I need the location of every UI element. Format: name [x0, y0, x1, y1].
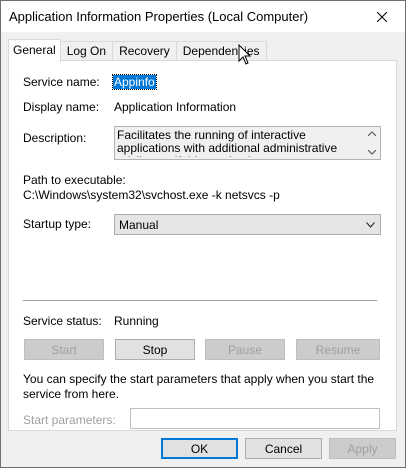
path-label: Path to executable:	[23, 173, 126, 187]
section-divider	[23, 300, 377, 301]
mouse-cursor-icon	[238, 44, 252, 65]
start-params-label: Start parameters:	[23, 413, 116, 427]
service-status-label: Service status:	[23, 314, 102, 328]
general-tab-panel: Service name: Appinfo Display name: Appl…	[8, 60, 397, 431]
tab-general[interactable]: General	[8, 39, 61, 62]
display-name-label: Display name:	[23, 100, 100, 114]
close-button[interactable]	[359, 1, 405, 32]
startup-type-select[interactable]: Manual	[114, 214, 381, 235]
description-text[interactable]: Facilitates the running of interactive a…	[117, 129, 365, 157]
display-name-value[interactable]: Application Information	[114, 100, 236, 114]
tab-recovery[interactable]: Recovery	[112, 41, 177, 61]
service-status-value: Running	[114, 314, 159, 328]
description-label: Description:	[23, 131, 87, 145]
stop-button[interactable]: Stop	[115, 339, 195, 360]
start-params-input[interactable]	[130, 408, 380, 429]
title-bar[interactable]: Application Information Properties (Loca…	[1, 1, 405, 32]
description-box[interactable]: Facilitates the running of interactive a…	[114, 126, 381, 160]
tab-log-on[interactable]: Log On	[59, 41, 114, 61]
close-icon	[377, 11, 387, 22]
service-name-label: Service name:	[23, 75, 100, 89]
window-title: Application Information Properties (Loca…	[9, 9, 309, 24]
startup-type-label: Startup type:	[23, 217, 92, 231]
cancel-button[interactable]: Cancel	[245, 438, 322, 459]
path-value[interactable]: C:\Windows\system32\svchost.exe -k netsv…	[23, 188, 280, 202]
description-scrollbar[interactable]	[364, 127, 380, 159]
start-button[interactable]: Start	[24, 339, 104, 360]
scroll-up-icon[interactable]	[368, 131, 376, 136]
startup-type-value: Manual	[119, 218, 159, 232]
scroll-down-icon[interactable]	[368, 150, 376, 155]
dialog-body: General Log On Recovery Dependencies Ser…	[1, 32, 405, 467]
service-name-selection[interactable]: Appinfo	[112, 74, 157, 90]
pause-button[interactable]: Pause	[205, 339, 285, 360]
resume-button[interactable]: Resume	[296, 339, 380, 360]
tab-strip: General Log On Recovery Dependencies	[8, 39, 267, 62]
chevron-down-icon	[366, 222, 375, 228]
service-name-value[interactable]: Appinfo	[112, 74, 157, 90]
start-params-help-text: You can specify the start parameters tha…	[23, 372, 375, 401]
ok-button[interactable]: OK	[161, 438, 238, 459]
properties-dialog: Application Information Properties (Loca…	[0, 0, 406, 468]
apply-button[interactable]: Apply	[329, 438, 396, 459]
